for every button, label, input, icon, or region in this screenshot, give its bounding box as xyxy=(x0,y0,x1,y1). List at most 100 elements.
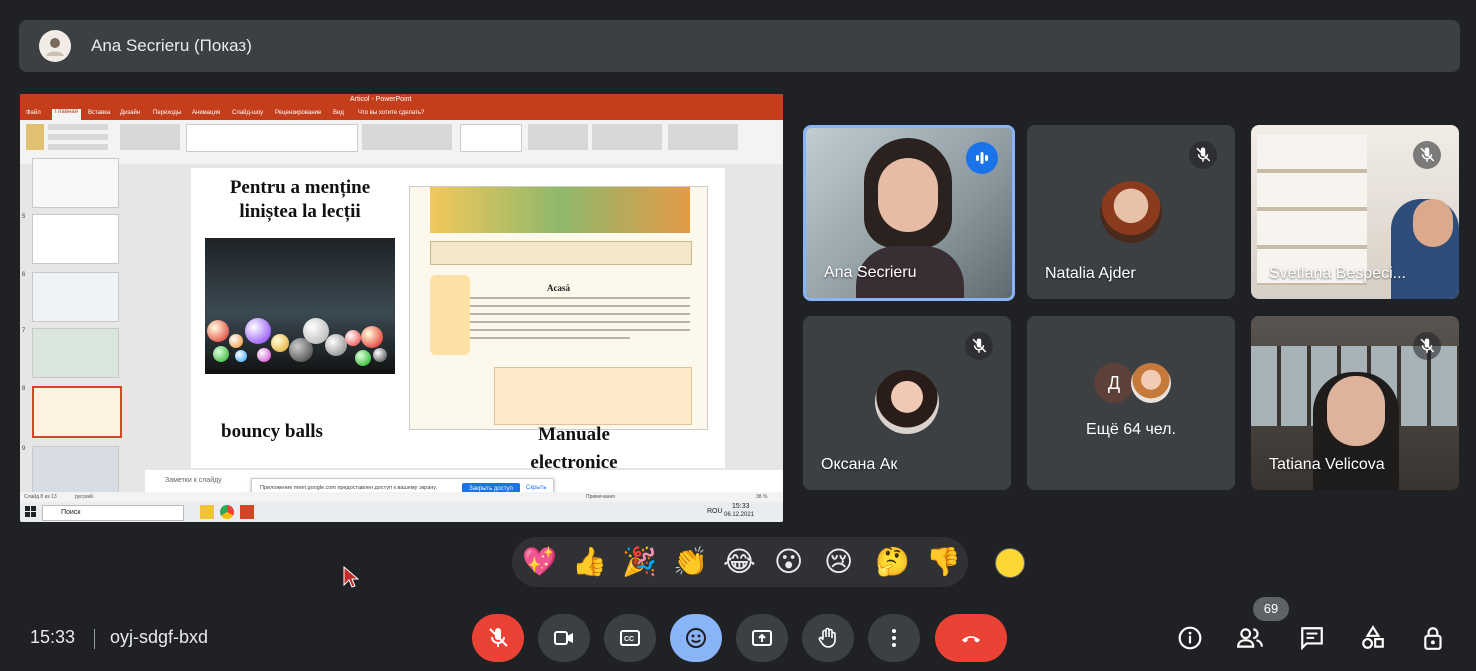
reaction-laugh[interactable]: 😂 xyxy=(723,545,756,579)
taskbar-search[interactable]: Поиск xyxy=(42,505,184,521)
reaction-party[interactable]: 🎉 xyxy=(622,545,657,579)
presenter-avatar xyxy=(39,30,71,62)
slide-number: 6 xyxy=(22,272,26,278)
people-count-badge: 69 xyxy=(1253,597,1289,621)
slide-thumb[interactable] xyxy=(32,158,119,208)
reaction-surprised[interactable]: 😮 xyxy=(774,545,803,579)
more-options-button[interactable] xyxy=(868,614,920,662)
participant-tile[interactable]: Svetlana Bespeci... xyxy=(1251,125,1459,299)
avatar xyxy=(1100,181,1162,243)
activities-button[interactable] xyxy=(1359,624,1387,652)
mic-off-icon xyxy=(1189,141,1217,169)
slide-title: Pentru a menține liniștea la lecții xyxy=(229,177,371,222)
divider xyxy=(94,629,95,649)
participant-tile[interactable]: Tatiana Velicova xyxy=(1251,316,1459,490)
slide-thumb-selected[interactable] xyxy=(32,386,122,438)
host-controls-button[interactable] xyxy=(1420,624,1448,652)
ppt-tab: Рецензирование xyxy=(275,110,322,116)
slide-thumb[interactable] xyxy=(32,446,119,496)
avatar-initial: Д xyxy=(1094,363,1134,403)
show-everyone-button[interactable] xyxy=(1236,624,1264,652)
meeting-code: oyj-sdgf-bxd xyxy=(110,627,209,647)
participant-tile[interactable]: Оксана Ак xyxy=(803,316,1011,490)
avatar xyxy=(875,370,939,434)
microphone-toggle-button[interactable] xyxy=(472,614,524,662)
participant-tile[interactable]: Ana Secrieru xyxy=(803,125,1015,301)
chat-button[interactable] xyxy=(1298,624,1326,652)
ppt-status-bar: Слайд 8 из 13 русский Примечания 38 % xyxy=(20,492,783,502)
camera-toggle-button[interactable] xyxy=(538,614,590,662)
ppt-tab-active: Главная xyxy=(52,109,81,120)
raise-hand-icon xyxy=(818,627,836,648)
reactions-bar: 💖 👍 🎉 👏 😂 😮 😢 🤔 👎 xyxy=(512,537,968,587)
slide-number: 8 xyxy=(22,386,26,392)
more-participants-tile[interactable]: Д Ещё 64 чел. xyxy=(1027,316,1235,490)
participant-name: Natalia Ajder xyxy=(1045,265,1136,282)
reaction-thumbs-down[interactable]: 👎 xyxy=(926,545,961,579)
bouncy-balls-caption: bouncy balls xyxy=(221,421,323,442)
camera-icon xyxy=(554,631,573,645)
reaction-clap[interactable]: 👏 xyxy=(673,545,708,579)
presenter-bar: Ana Secrieru (Показ) xyxy=(19,20,1460,72)
chrome-icon[interactable] xyxy=(220,505,234,519)
ppt-app-title: Articol - PowerPoint xyxy=(350,96,412,103)
reaction-thumbs-up[interactable]: 👍 xyxy=(572,545,607,579)
slide-number: 7 xyxy=(22,328,26,334)
raise-hand-button[interactable] xyxy=(802,614,854,662)
ppt-ribbon-tabs: Файл Главная Вставка Дизайн Переходы Ани… xyxy=(20,108,783,120)
ppt-tab: Слайд-шоу xyxy=(232,110,264,116)
notes-toggle[interactable]: Примечания xyxy=(586,494,615,500)
powerpoint-icon[interactable] xyxy=(240,505,254,519)
slide-thumb[interactable] xyxy=(32,272,119,322)
ppt-workspace: 5 6 7 8 9 Pentru a menține liniștea la l… xyxy=(20,158,783,496)
mic-off-icon xyxy=(1413,332,1441,360)
ppt-title-bar: Articol - PowerPoint xyxy=(20,94,783,108)
taskbar-date: 06.12.2021 xyxy=(724,512,755,518)
mic-off-icon xyxy=(489,628,508,647)
taskbar-lang: ROU xyxy=(707,508,723,515)
taskbar-search-placeholder: Поиск xyxy=(61,509,81,516)
presenter-name: Ana Secrieru (Показ) xyxy=(91,36,252,55)
end-call-icon xyxy=(962,636,980,643)
slide-thumb[interactable] xyxy=(32,328,119,378)
activities-icon xyxy=(1362,625,1384,649)
reaction-heart[interactable]: 💖 xyxy=(522,545,557,579)
ppt-tab: Вид xyxy=(333,110,344,116)
reaction-thinking[interactable]: 🤔 xyxy=(875,545,910,579)
participant-tile[interactable]: Natalia Ajder xyxy=(1027,125,1235,299)
slide-thumbnails[interactable]: 5 6 7 8 9 xyxy=(20,158,145,496)
zoom-level: 38 % xyxy=(756,494,768,500)
textbook-page-image: Acasă xyxy=(409,186,708,430)
windows-start-icon[interactable] xyxy=(25,506,37,518)
present-now-button[interactable] xyxy=(736,614,788,662)
participant-name: Svetlana Bespeci... xyxy=(1269,265,1406,282)
speaking-indicator-icon xyxy=(966,142,998,174)
ppt-tab: Анимация xyxy=(192,110,221,116)
manuale-caption: Manuale electronice xyxy=(530,424,618,473)
notes-placeholder: Заметки к слайду xyxy=(165,477,222,484)
svg-text:CC: CC xyxy=(624,636,634,643)
reaction-sad[interactable]: 😢 xyxy=(824,545,853,579)
people-icon xyxy=(1237,628,1263,648)
mic-off-icon xyxy=(1413,141,1441,169)
meeting-details-button[interactable] xyxy=(1176,624,1204,652)
ppt-tab: Что вы хотите сделать? xyxy=(358,110,425,116)
participant-name: Tatiana Velicova xyxy=(1269,456,1385,473)
captions-button[interactable]: CC xyxy=(604,614,656,662)
leave-call-button[interactable] xyxy=(935,614,1007,662)
more-participants-label: Ещё 64 чел. xyxy=(1086,421,1176,438)
ppt-tab: Вставка xyxy=(88,110,111,116)
hide-banner-link[interactable]: Скрыть xyxy=(526,485,546,491)
participant-name: Ana Secrieru xyxy=(824,264,917,281)
slide-info: Слайд 8 из 13 xyxy=(24,494,57,500)
mic-off-icon xyxy=(965,332,993,360)
send-reaction-button[interactable] xyxy=(670,614,722,662)
file-explorer-icon[interactable] xyxy=(200,505,214,519)
shared-screen[interactable]: Articol - PowerPoint Файл Главная Вставк… xyxy=(20,94,783,522)
windows-taskbar: Поиск ROU 15:33 06.12.2021 xyxy=(20,502,783,522)
slide-thumb[interactable] xyxy=(32,214,119,264)
current-slide[interactable]: Pentru a menține liniștea la lecții boun… xyxy=(191,168,725,473)
slide-number: 5 xyxy=(22,214,26,220)
taskbar-time: 15:33 xyxy=(732,503,750,510)
skin-tone-button[interactable] xyxy=(995,548,1025,578)
